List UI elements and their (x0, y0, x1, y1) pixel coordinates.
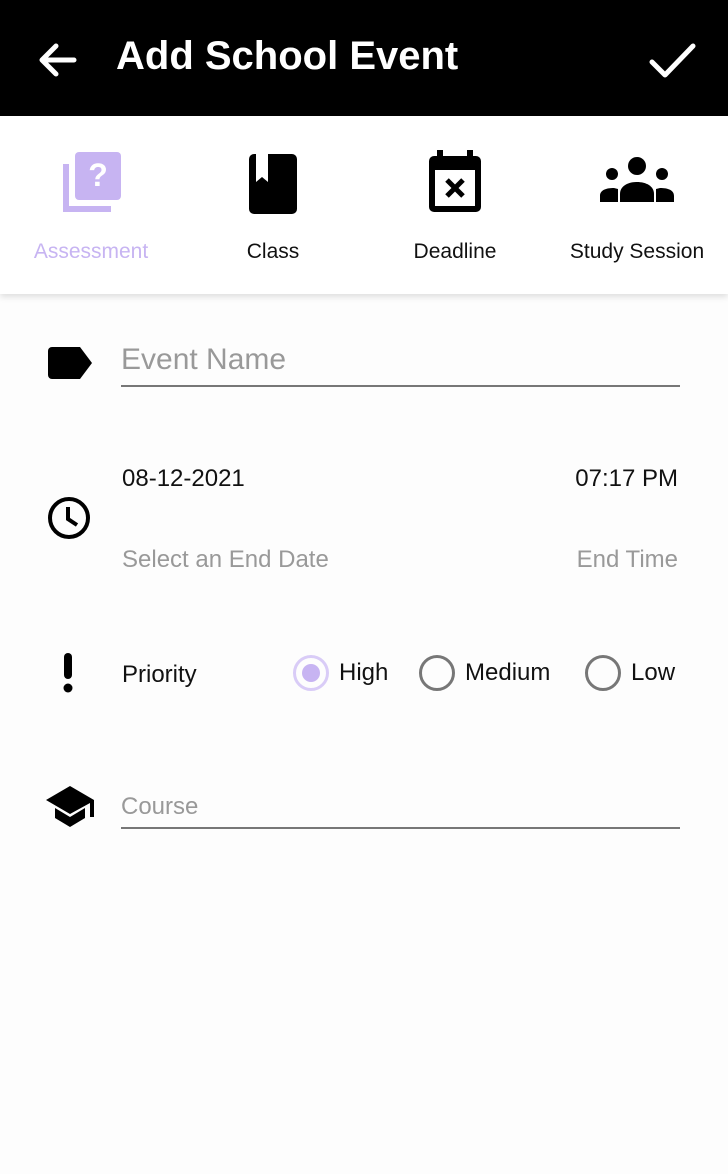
group-icon (600, 157, 674, 202)
start-date[interactable]: 08-12-2021 (122, 465, 245, 493)
save-check-icon[interactable] (646, 34, 698, 86)
back-arrow-icon[interactable] (34, 36, 82, 84)
end-date-input[interactable]: Select an End Date (122, 546, 329, 574)
type-study-session[interactable]: Study Session (546, 116, 728, 294)
radio-circle (293, 655, 329, 691)
radio-label: Medium (465, 659, 551, 686)
priority-medium-radio[interactable]: Medium (419, 655, 550, 691)
end-time-input[interactable]: End Time (577, 546, 678, 574)
label-tag-icon (48, 347, 92, 379)
type-class[interactable]: Class (182, 116, 364, 294)
type-label: Assessment (33, 240, 149, 263)
type-deadline[interactable]: Deadline (364, 116, 546, 294)
assessment-icon: ? (63, 152, 121, 212)
event-type-selector: ? Assessment Class Deadline Study Sessio… (0, 116, 728, 294)
svg-text:?: ? (88, 157, 108, 193)
graduation-cap-icon (46, 786, 94, 827)
clock-icon (48, 497, 90, 539)
priority-exclamation-icon (63, 653, 73, 693)
type-label: Deadline (413, 240, 497, 263)
priority-high-radio[interactable]: High (293, 655, 388, 691)
type-assessment[interactable]: ? Assessment (0, 116, 182, 294)
type-label: Class (246, 240, 300, 263)
radio-circle (585, 655, 621, 691)
book-icon (249, 154, 297, 214)
calendar-cancel-icon (429, 150, 481, 212)
page-title: Add School Event (116, 34, 459, 78)
course-input[interactable]: Course (121, 793, 680, 829)
radio-label: High (339, 659, 389, 686)
type-label: Study Session (569, 240, 705, 263)
app-bar: Add School Event (0, 0, 728, 116)
radio-label: Low (631, 659, 676, 686)
radio-circle (419, 655, 455, 691)
priority-label: Priority (122, 661, 197, 688)
priority-low-radio[interactable]: Low (585, 655, 675, 691)
event-name-input[interactable]: Event Name (121, 343, 680, 387)
start-time[interactable]: 07:17 PM (575, 465, 678, 493)
